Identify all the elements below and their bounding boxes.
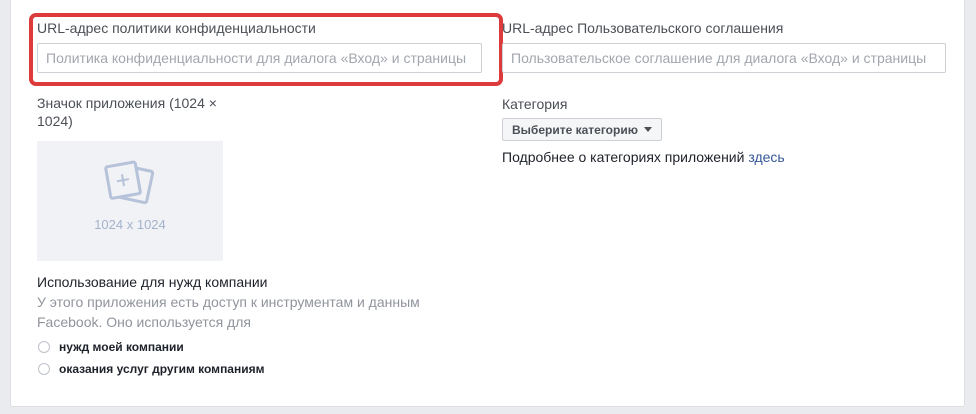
caret-down-icon — [643, 127, 652, 132]
app-settings-card: URL-адрес политики конфиденциальности UR… — [10, 0, 965, 407]
radio-button[interactable] — [38, 363, 50, 375]
category-dropdown-label: Выберите категорию — [512, 122, 638, 137]
app-icon-label-line2: 1024) — [37, 113, 73, 129]
business-use-description: У этого приложения есть доступ к инструм… — [37, 292, 457, 332]
app-icon-size-text: 1024 x 1024 — [94, 217, 166, 232]
category-more-info: Подробнее о категориях приложений здесь — [502, 148, 785, 166]
terms-of-service-label: URL-адрес Пользовательского соглашения — [502, 20, 784, 36]
business-use-description-line1: У этого приложения есть доступ к инструм… — [37, 294, 420, 310]
app-icon-label: Значок приложения (1024 × 1024) — [37, 94, 217, 130]
privacy-policy-input[interactable] — [37, 43, 482, 73]
business-use-description-line2: Facebook. Оно используется для — [37, 314, 251, 330]
category-more-text: Подробнее о категориях приложений — [502, 149, 749, 165]
terms-of-service-input[interactable] — [502, 43, 946, 73]
category-dropdown[interactable]: Выберите категорию — [502, 118, 662, 141]
app-icon-label-line1: Значок приложения (1024 × — [37, 95, 217, 111]
app-icon-upload[interactable]: 1024 x 1024 — [37, 141, 223, 261]
category-more-link[interactable]: здесь — [748, 149, 784, 165]
radio-button[interactable] — [38, 341, 50, 353]
privacy-policy-label: URL-адрес политики конфиденциальности — [37, 20, 316, 36]
business-use-option-label: нужд моей компании — [59, 340, 184, 354]
business-use-option-others[interactable]: оказания услуг другим компаниям — [38, 362, 265, 376]
business-use-option-label: оказания услуг другим компаниям — [59, 362, 265, 376]
business-use-option-own[interactable]: нужд моей компании — [38, 340, 184, 354]
image-upload-icon — [104, 160, 155, 205]
business-use-label: Использование для нужд компании — [37, 274, 268, 290]
category-label: Категория — [502, 96, 568, 112]
